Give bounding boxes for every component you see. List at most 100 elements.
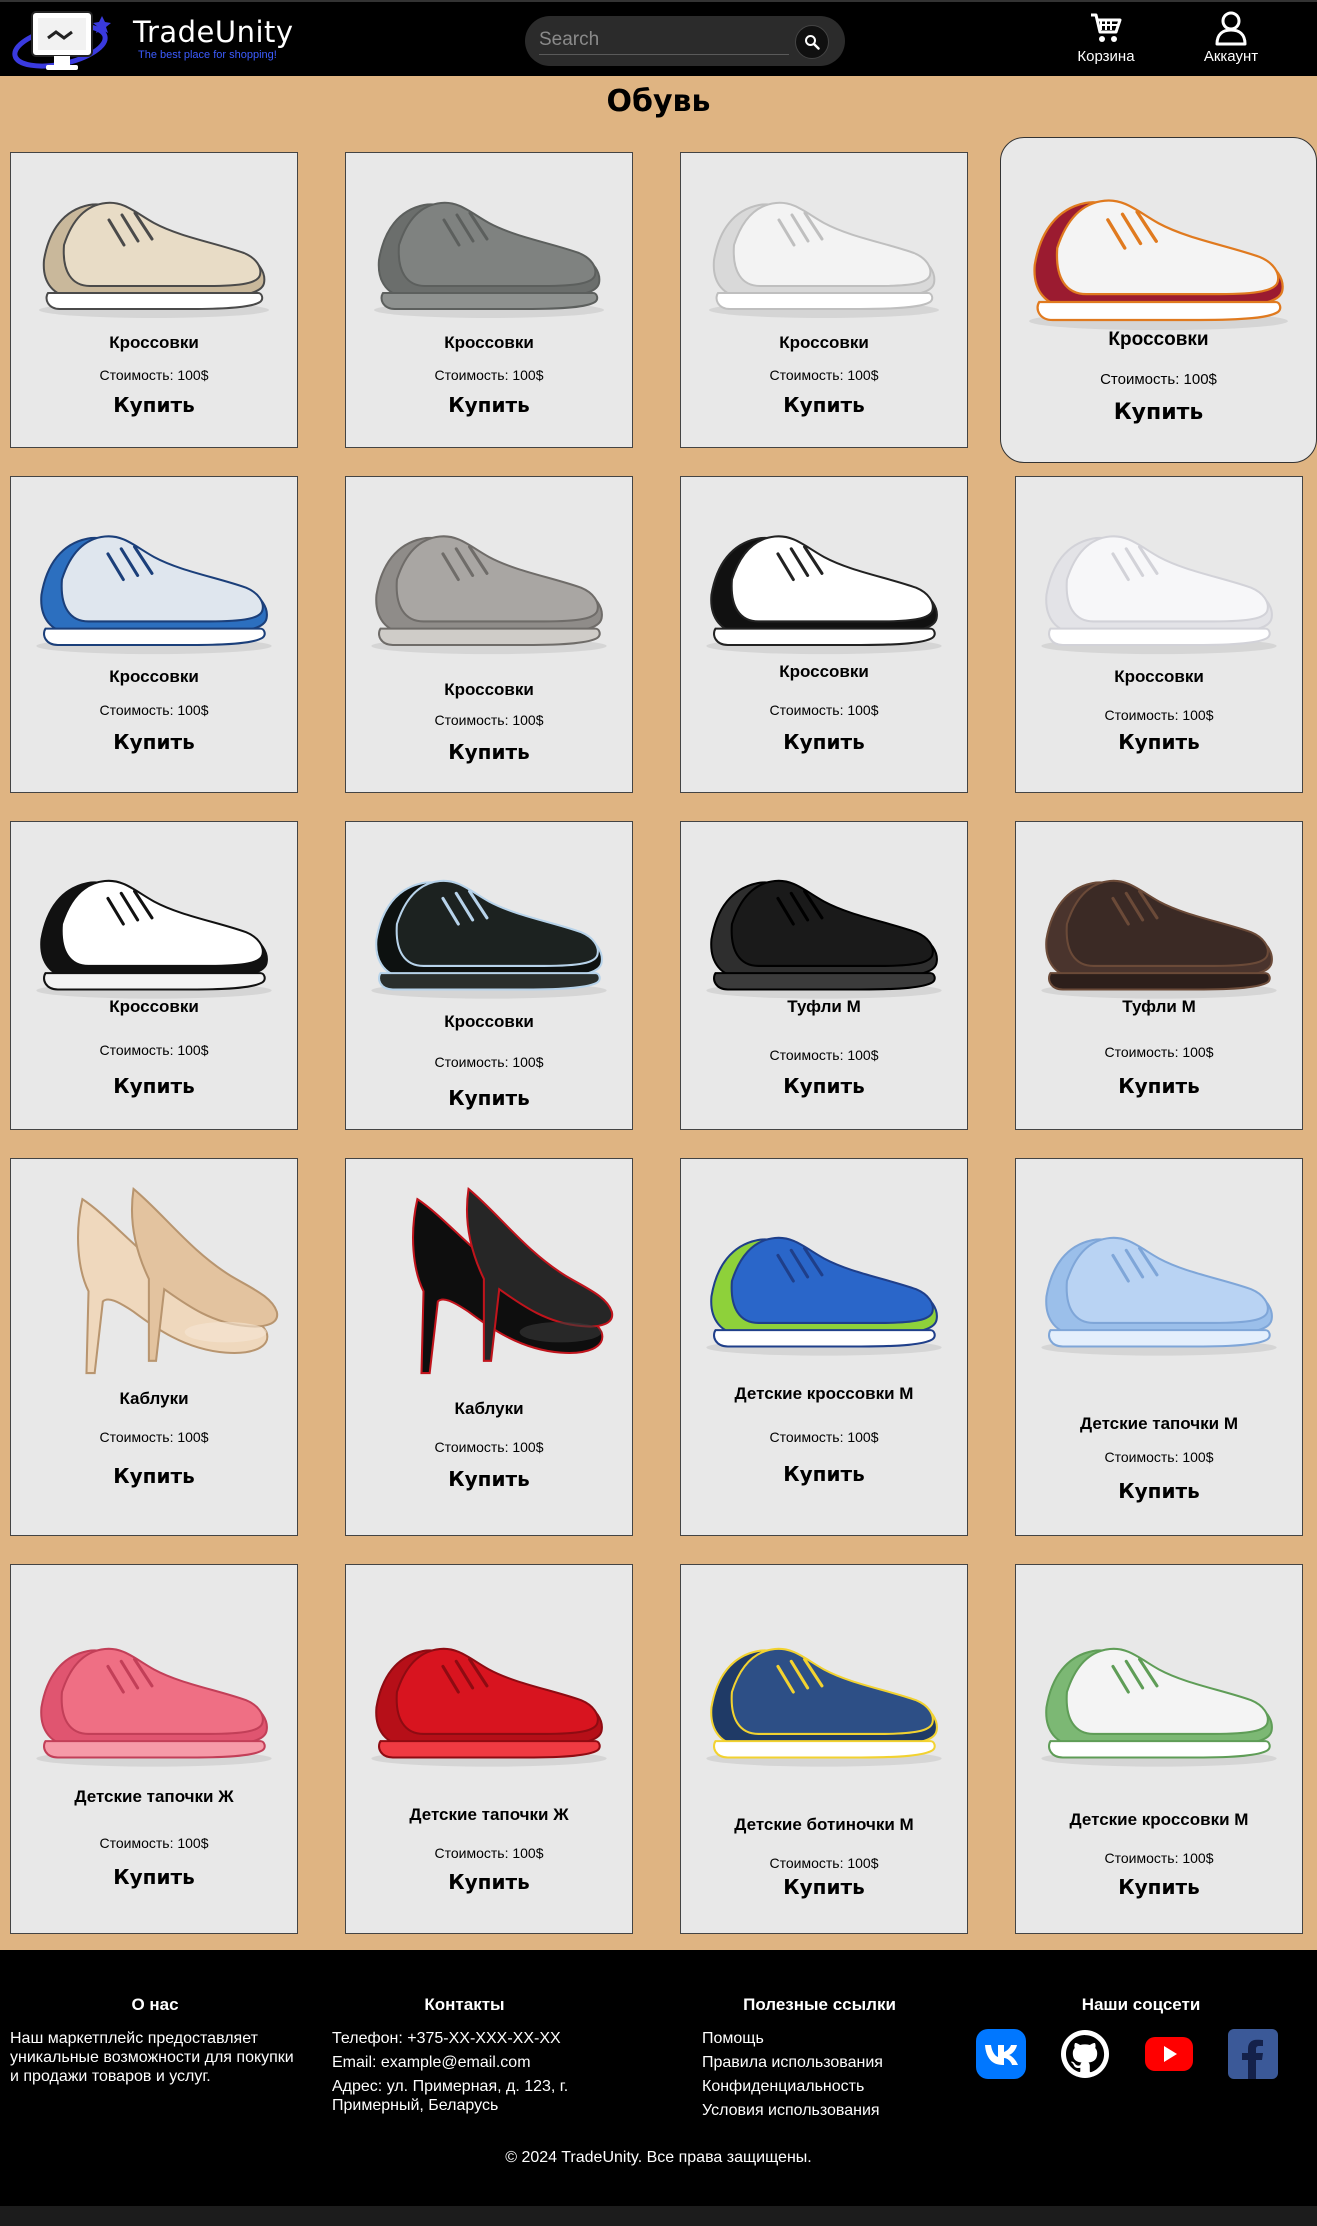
product-price: Стоимость: 100$	[434, 1439, 544, 1455]
footer-about-text: Наш маркетплейс предоставляет уникальные…	[10, 2030, 294, 2085]
product-name: Кроссовки	[109, 333, 199, 352]
buy-button[interactable]: Купить	[113, 393, 194, 417]
product-card[interactable]: Каблуки Стоимость: 100$ Купить	[10, 1158, 298, 1536]
product-image[interactable]	[21, 165, 287, 325]
youtube-icon[interactable]	[1144, 2029, 1194, 2079]
buy-button[interactable]: Купить	[448, 740, 529, 764]
product-image[interactable]	[691, 165, 957, 325]
buy-button[interactable]: Купить	[1118, 1875, 1199, 1899]
product-card[interactable]: Туфли М Стоимость: 100$ Купить	[680, 821, 968, 1130]
product-card[interactable]: Кроссовки Стоимость: 100$ Купить	[680, 476, 968, 793]
product-card[interactable]: Детские кроссовки М Стоимость: 100$ Купить	[680, 1158, 968, 1536]
product-image[interactable]	[356, 487, 622, 672]
cart-button[interactable]: Корзина	[1065, 10, 1147, 65]
product-name: Каблуки	[454, 1399, 524, 1418]
product-image[interactable]	[1026, 834, 1292, 1014]
product-image[interactable]	[1026, 1577, 1292, 1807]
footer-email: Email: example@email.com	[332, 2054, 531, 2071]
product-name: Кроссовки	[444, 333, 534, 352]
buy-button[interactable]: Купить	[1118, 1074, 1199, 1098]
footer-links-title: Полезные ссылки	[743, 1995, 896, 2014]
product-image[interactable]	[356, 834, 622, 1014]
product-card[interactable]: Кроссовки Стоимость: 100$ Купить	[345, 152, 633, 448]
product-card[interactable]: Кроссовки Стоимость: 100$ Купить	[10, 152, 298, 448]
vk-icon[interactable]	[976, 2029, 1026, 2079]
product-image[interactable]	[691, 1171, 957, 1391]
product-card[interactable]: Детские тапочки Ж Стоимость: 100$ Купить	[345, 1564, 633, 1934]
product-price: Стоимость: 100$	[99, 702, 209, 718]
product-image[interactable]	[691, 487, 957, 672]
product-name: Кроссовки	[109, 997, 199, 1016]
buy-button[interactable]: Купить	[113, 1464, 194, 1488]
product-card[interactable]: Кроссовки Стоимость: 100$ Купить	[345, 476, 633, 793]
product-image[interactable]	[21, 834, 287, 1014]
footer-about: О нас Наш маркетплейс предоставляет уник…	[10, 1995, 300, 2086]
user-icon	[1215, 11, 1247, 46]
buy-button[interactable]: Купить	[783, 393, 864, 417]
buy-button[interactable]: Купить	[113, 1074, 194, 1098]
product-price: Стоимость: 100$	[99, 1042, 209, 1058]
product-card[interactable]: Детские тапочки Ж Стоимость: 100$ Купить	[10, 1564, 298, 1934]
footer-link-rules[interactable]: Правила использования	[702, 2051, 937, 2075]
github-icon[interactable]	[1060, 2029, 1110, 2079]
footer-link-privacy[interactable]: Конфиденциальность	[702, 2075, 937, 2099]
product-name: Детские тапочки М	[1080, 1414, 1238, 1433]
buy-button[interactable]: Купить	[783, 1074, 864, 1098]
product-card[interactable]: Детские тапочки М Стоимость: 100$ Купить	[1015, 1158, 1303, 1536]
buy-button[interactable]: Купить	[1118, 730, 1199, 754]
footer-address: Адрес: ул. Примерная, д. 123, г. Примерн…	[332, 2078, 569, 2114]
product-card[interactable]: Каблуки Стоимость: 100$ Купить	[345, 1158, 633, 1536]
product-image[interactable]	[1026, 487, 1292, 672]
product-card[interactable]: Кроссовки Стоимость: 100$ Купить	[1015, 476, 1303, 793]
product-card[interactable]: Кроссовки Стоимость: 100$ Купить	[680, 152, 968, 448]
product-image[interactable]	[21, 1171, 287, 1391]
product-name: Кроссовки	[444, 680, 534, 699]
product-card[interactable]: Кроссовки Стоимость: 100$ Купить	[10, 821, 298, 1130]
buy-button[interactable]: Купить	[448, 1467, 529, 1491]
footer-link-terms[interactable]: Условия использования	[702, 2099, 937, 2123]
product-image[interactable]	[356, 1577, 622, 1807]
buy-button[interactable]: Купить	[448, 1870, 529, 1894]
product-card[interactable]: Кроссовки Стоимость: 100$ Купить	[10, 476, 298, 793]
header: TradeUnity The best place for shopping! …	[0, 0, 1317, 76]
product-name: Туфли М	[787, 997, 861, 1016]
product-image[interactable]	[1026, 1171, 1292, 1391]
buy-button[interactable]: Купить	[448, 393, 529, 417]
facebook-icon[interactable]	[1228, 2029, 1278, 2079]
product-card[interactable]: Кроссовки Стоимость: 100$ Купить	[1000, 137, 1317, 463]
copyright: © 2024 TradeUnity. Все права защищены.	[505, 2149, 812, 2166]
product-name: Кроссовки	[779, 662, 869, 681]
search-input[interactable]	[539, 25, 789, 55]
buy-button[interactable]: Купить	[1114, 400, 1204, 425]
page-title: Обувь	[606, 84, 711, 119]
buy-button[interactable]: Купить	[783, 1875, 864, 1899]
product-name: Детские тапочки Ж	[409, 1805, 569, 1824]
product-price: Стоимость: 100$	[434, 1054, 544, 1070]
product-name: Кроссовки	[1114, 667, 1204, 686]
product-name: Детские кроссовки М	[1069, 1810, 1249, 1829]
footer-link-help[interactable]: Помощь	[702, 2027, 937, 2051]
buy-button[interactable]: Купить	[113, 1865, 194, 1889]
product-card[interactable]: Туфли М Стоимость: 100$ Купить	[1015, 821, 1303, 1130]
product-image[interactable]	[691, 834, 957, 1014]
buy-button[interactable]: Купить	[783, 730, 864, 754]
account-label: Аккаунт	[1203, 48, 1259, 65]
search-button[interactable]	[795, 25, 829, 59]
product-image[interactable]	[1011, 158, 1306, 338]
product-image[interactable]	[356, 165, 622, 325]
buy-button[interactable]: Купить	[783, 1462, 864, 1486]
product-image[interactable]	[21, 487, 287, 672]
product-card[interactable]: Кроссовки Стоимость: 100$ Купить	[345, 821, 633, 1130]
product-price: Стоимость: 100$	[1100, 371, 1217, 388]
product-card[interactable]: Детские кроссовки М Стоимость: 100$ Купить	[1015, 1564, 1303, 1934]
product-image[interactable]	[356, 1171, 622, 1391]
product-price: Стоимость: 100$	[99, 1835, 209, 1851]
buy-button[interactable]: Купить	[448, 1086, 529, 1110]
product-image[interactable]	[21, 1577, 287, 1807]
buy-button[interactable]: Купить	[1118, 1479, 1199, 1503]
product-image[interactable]	[691, 1577, 957, 1807]
buy-button[interactable]: Купить	[113, 730, 194, 754]
product-card[interactable]: Детские ботиночки М Стоимость: 100$ Купить	[680, 1564, 968, 1934]
account-button[interactable]: Аккаунт	[1190, 10, 1272, 65]
logo-icon[interactable]	[10, 8, 122, 74]
